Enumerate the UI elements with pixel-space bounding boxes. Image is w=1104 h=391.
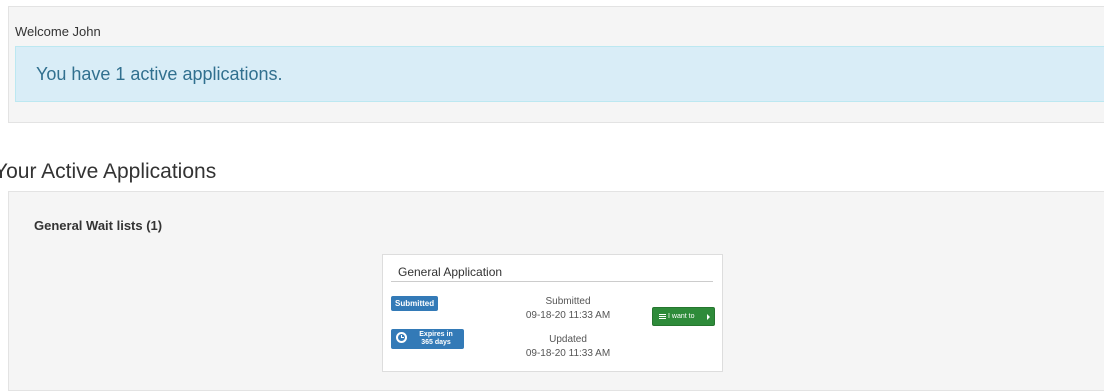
caret-right-icon — [707, 314, 710, 320]
application-card: General Application Submitted Expires in… — [382, 254, 723, 372]
expires-line-2: 365 days — [421, 339, 451, 346]
application-title: General Application — [398, 265, 503, 279]
card-divider — [391, 281, 713, 282]
updated-info: Updated 09-18-20 11:33 AM — [508, 333, 628, 361]
active-applications-alert: You have 1 active applications. — [15, 46, 1104, 102]
updated-date: 09-18-20 11:33 AM — [525, 348, 611, 359]
list-icon — [659, 314, 666, 319]
i-want-to-button[interactable]: I want to — [652, 307, 715, 326]
status-badge: Submitted — [391, 296, 439, 311]
clock-icon — [396, 332, 407, 343]
active-applications-panel: General Wait lists (1) General Applicati… — [8, 191, 1104, 391]
wait-list-group-title: General Wait lists (1) — [34, 218, 163, 233]
updated-label: Updated — [549, 334, 587, 345]
expires-text: Expires in 365 days — [414, 331, 458, 347]
expires-line-1: Expires in — [419, 331, 453, 338]
alert-message: You have 1 active applications. — [36, 64, 283, 84]
submitted-info: Submitted 09-18-20 11:33 AM — [508, 295, 628, 323]
i-want-to-label: I want to — [668, 313, 695, 320]
submitted-label: Submitted — [545, 296, 591, 307]
expires-badge: Expires in 365 days — [391, 329, 464, 349]
welcome-panel: Welcome John You have 1 active applicati… — [8, 6, 1104, 123]
welcome-greeting: Welcome John — [15, 24, 101, 39]
section-heading: Your Active Applications — [0, 160, 217, 183]
submitted-date: 09-18-20 11:33 AM — [525, 310, 611, 321]
